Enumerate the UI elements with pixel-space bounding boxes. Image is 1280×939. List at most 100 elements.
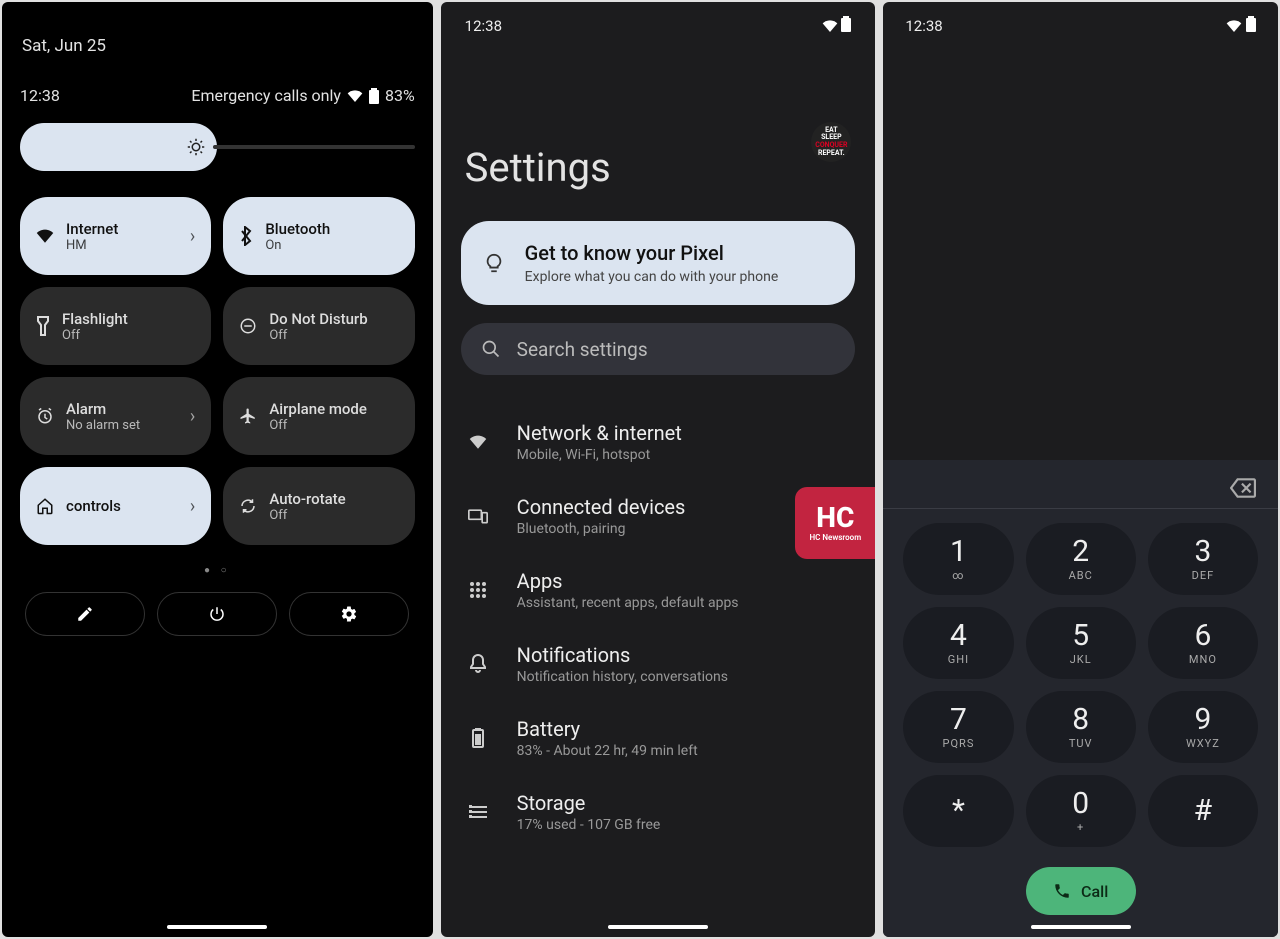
settings-row-storage[interactable]: Storage17% used - 107 GB free <box>461 775 856 849</box>
battery-icon <box>467 728 489 748</box>
dialkey-7[interactable]: 7PQRS <box>903 691 1013 763</box>
tile-sub: Off <box>269 508 398 523</box>
rotate-icon <box>239 497 257 515</box>
brightness-icon <box>187 138 205 156</box>
dialkey-1[interactable]: 1∞ <box>903 523 1013 595</box>
key-letters: GHI <box>948 653 969 666</box>
settings-app: 12:38 EAT SLEEP CONQUER REPEAT. Settings… <box>441 2 876 937</box>
key-letters: DEF <box>1192 569 1215 582</box>
row-sub: Assistant, recent apps, default apps <box>517 595 739 611</box>
key-digit: * <box>952 796 965 826</box>
status-icons <box>1226 16 1256 36</box>
row-sub: 83% - About 22 hr, 49 min left <box>517 743 698 759</box>
tile-airplane[interactable]: Airplane modeOff <box>223 377 414 455</box>
tile-title: Do Not Disturb <box>269 310 398 328</box>
tile-alarm[interactable]: AlarmNo alarm set› <box>20 377 211 455</box>
key-digit: 2 <box>1072 537 1089 567</box>
dialkey-2[interactable]: 2ABC <box>1026 523 1136 595</box>
search-settings[interactable]: Search settings <box>461 323 856 375</box>
brightness-slider[interactable] <box>20 123 415 171</box>
dialkey-4[interactable]: 4 GHI <box>903 607 1013 679</box>
settings-row-apps[interactable]: AppsAssistant, recent apps, default apps <box>461 553 856 627</box>
tile-title: Bluetooth <box>265 220 398 238</box>
row-sub: Mobile, Wi-Fi, hotspot <box>517 447 682 463</box>
emergency-text: Emergency calls only <box>191 86 341 105</box>
settings-row-battery[interactable]: Battery83% - About 22 hr, 49 min left <box>461 701 856 775</box>
key-digit: 5 <box>1072 621 1089 651</box>
date-label: Sat, Jun 25 <box>22 36 413 56</box>
pencil-icon <box>76 605 94 623</box>
status-icons: Emergency calls only 83% <box>191 86 414 105</box>
tile-title: Flashlight <box>62 310 195 328</box>
key-digit: 3 <box>1194 537 1211 567</box>
tile-internet[interactable]: InternetHM› <box>20 197 211 275</box>
battery-percent: 83% <box>385 86 415 105</box>
key-digit: 4 <box>950 621 967 651</box>
search-icon <box>481 339 501 359</box>
dnd-icon <box>239 317 257 335</box>
clock: 12:38 <box>20 86 60 105</box>
bell-icon <box>467 654 489 674</box>
row-title: Notifications <box>517 643 728 667</box>
tile-autorotate[interactable]: Auto-rotateOff <box>223 467 414 545</box>
key-letters: MNO <box>1189 653 1217 666</box>
quick-settings-panel: Sat, Jun 25 12:38 Emergency calls only 8… <box>2 2 433 937</box>
dialkey-6[interactable]: 6 MNO <box>1148 607 1258 679</box>
tile-sub: Off <box>62 328 195 343</box>
tile-sub: Off <box>269 418 398 433</box>
status-bar: 12:38 <box>883 2 1278 36</box>
key-letters: JKL <box>1070 653 1092 666</box>
gesture-handle[interactable] <box>608 925 708 929</box>
chevron-right-icon: › <box>190 406 195 427</box>
battery-icon <box>369 88 379 104</box>
dialkey-#[interactable]: # <box>1148 775 1258 847</box>
dialkey-9[interactable]: 9WXYZ <box>1148 691 1258 763</box>
dialkey-*[interactable]: * <box>903 775 1013 847</box>
backspace-icon[interactable] <box>1230 478 1256 498</box>
settings-row-notifications[interactable]: NotificationsNotification history, conve… <box>461 627 856 701</box>
row-title: Storage <box>517 791 661 815</box>
settings-row-network[interactable]: Network & internetMobile, Wi-Fi, hotspot <box>461 405 856 479</box>
dialkey-8[interactable]: 8TUV <box>1026 691 1136 763</box>
wifi-icon <box>467 435 489 449</box>
bluetooth-icon <box>239 226 253 246</box>
call-button[interactable]: Call <box>1026 867 1136 915</box>
tile-controls[interactable]: controls› <box>20 467 211 545</box>
search-placeholder: Search settings <box>517 338 648 361</box>
hc-watermark: HC HC Newsroom <box>795 487 875 559</box>
power-button[interactable] <box>157 592 277 636</box>
tile-bluetooth[interactable]: BluetoothOn <box>223 197 414 275</box>
gesture-handle[interactable] <box>167 925 267 929</box>
wifi-icon <box>36 229 54 243</box>
home-icon <box>36 497 54 515</box>
gesture-handle[interactable] <box>1031 925 1131 929</box>
flashlight-icon <box>36 316 50 336</box>
wifi-icon <box>347 90 363 102</box>
tile-title: Internet <box>66 220 178 238</box>
page-indicator: ● ○ <box>20 565 415 576</box>
settings-button[interactable] <box>289 592 409 636</box>
battery-icon <box>1246 16 1256 32</box>
dialkey-0[interactable]: 0+ <box>1026 775 1136 847</box>
key-digit: 1 <box>950 537 967 567</box>
tile-flashlight[interactable]: FlashlightOff <box>20 287 211 365</box>
alarm-icon <box>36 407 54 425</box>
dialpad: 1∞2ABC3DEF4GHI5JKL6MNO7PQRS8TUV9WXYZ*0+#… <box>883 460 1278 937</box>
tile-title: controls <box>66 497 178 515</box>
tile-sub: HM <box>66 238 178 253</box>
key-letters: + <box>1077 821 1084 834</box>
dialkey-3[interactable]: 3 DEF <box>1148 523 1258 595</box>
key-digit: 6 <box>1194 621 1211 651</box>
dialkey-5[interactable]: 5 JKL <box>1026 607 1136 679</box>
row-sub: Bluetooth, pairing <box>517 521 686 537</box>
pixel-tips-card[interactable]: Get to know your Pixel Explore what you … <box>461 221 856 305</box>
key-letters: PQRS <box>943 737 975 750</box>
tile-dnd[interactable]: Do Not DisturbOff <box>223 287 414 365</box>
edit-button[interactable] <box>25 592 145 636</box>
key-letters: ∞ <box>952 569 964 582</box>
key-letters: WXYZ <box>1186 737 1220 750</box>
clock: 12:38 <box>905 17 942 35</box>
tile-sub: Off <box>269 328 398 343</box>
key-digit: 0 <box>1072 789 1089 819</box>
key-digit: # <box>1194 796 1212 826</box>
